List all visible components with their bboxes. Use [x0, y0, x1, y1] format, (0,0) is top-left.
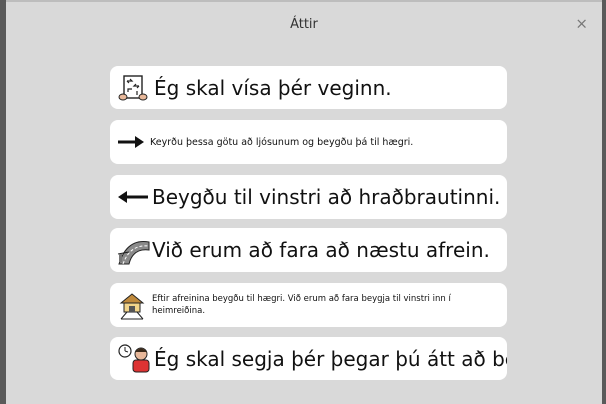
phrase-card[interactable]: Eftir afreinina beygðu til hægri. Við er…	[110, 283, 507, 327]
phrase-text: Ég skal segja þér þegar þú átt að beygja…	[154, 346, 507, 371]
phrase-card[interactable]: Við erum að fara að næstu afrein.	[110, 228, 507, 272]
phrase-text: Ég skal vísa þér veginn.	[154, 75, 392, 100]
phrase-text: Eftir afreinina beygðu til hægri. Við er…	[152, 294, 451, 316]
driveway-icon	[116, 289, 148, 321]
phrase-card[interactable]: Keyrðu þessa götu að ljósunum og beygðu …	[110, 120, 507, 164]
phrase-text: Beygðu til vinstri að hraðbrautinni.	[152, 185, 501, 209]
directions-map-icon	[116, 72, 150, 104]
phrase-card[interactable]: Beygðu til vinstri að hraðbrautinni.	[110, 175, 507, 219]
arrow-right-icon	[116, 132, 146, 152]
arrow-left-icon	[116, 187, 150, 207]
phrase-card[interactable]: Ég skal segja þér þegar þú átt að beygja…	[110, 337, 507, 380]
phrase-text: Við erum að fara að næstu afrein.	[152, 238, 490, 262]
phrase-card[interactable]: Ég skal vísa þér veginn.	[110, 66, 507, 109]
phrase-list: Ég skal vísa þér veginn. Keyrðu þessa gö…	[0, 0, 606, 404]
phrase-text: Keyrðu þessa götu að ljósunum og beygðu …	[150, 136, 414, 148]
person-clock-icon	[116, 342, 154, 376]
highway-exit-icon	[116, 233, 152, 267]
